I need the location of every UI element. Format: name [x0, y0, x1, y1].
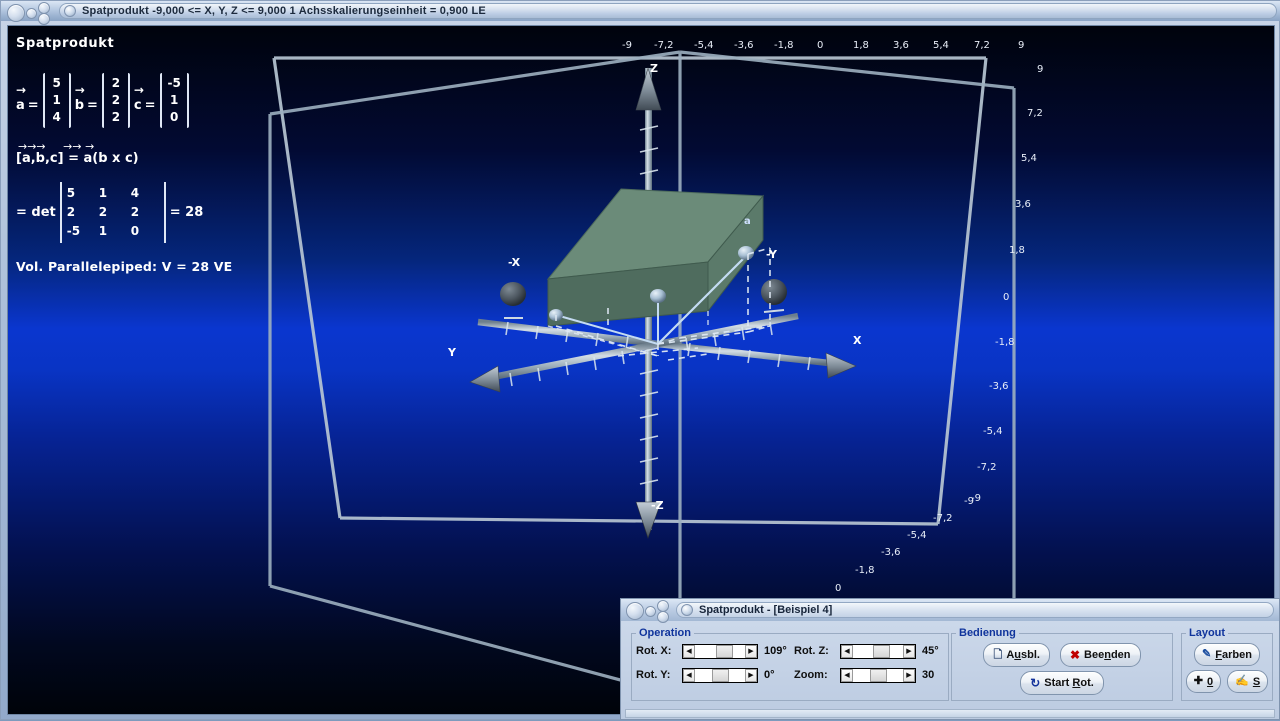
- rot-x-left-arrow-icon[interactable]: ◀: [683, 644, 695, 658]
- rot-z-scrollbar[interactable]: ◀ ▶: [840, 643, 916, 659]
- application-window: Spatprodukt -9,000 <= X, Y, Z <= 9,000 1…: [0, 0, 1280, 720]
- rot-y-thumb[interactable]: [712, 668, 729, 682]
- rot-z-thumb[interactable]: [873, 644, 890, 658]
- slider-row-rot-x: Rot. X: ◀ ▶ 109°: [632, 639, 790, 663]
- rot-y-right-arrow-icon[interactable]: ▶: [745, 668, 757, 682]
- farben-label-post: arben: [1221, 648, 1252, 661]
- dialog-menu-orb[interactable]: [626, 602, 644, 620]
- operation-legend: Operation: [639, 627, 691, 639]
- zoom-thumb[interactable]: [869, 668, 887, 682]
- start-rot-button[interactable]: ↻ Start Rot.: [1020, 671, 1104, 695]
- dialog-app-icon: [681, 604, 693, 616]
- s-button[interactable]: ✍ S: [1227, 670, 1269, 693]
- beenden-button[interactable]: ✖ Beenden: [1059, 643, 1141, 667]
- rot-z-label: Rot. Z:: [794, 645, 829, 657]
- ausbl-button[interactable]: 🗋 Ausbl.: [983, 643, 1050, 667]
- layout-group: Layout ✎ Farben ✚ 0 ✍ S: [1181, 627, 1273, 701]
- farben-button[interactable]: ✎ Farben: [1194, 643, 1260, 666]
- rot-x-scrollbar[interactable]: ◀ ▶: [682, 643, 758, 659]
- start-rot-label-pre: Start: [1044, 677, 1073, 689]
- paint-icon: ✎: [1202, 648, 1212, 660]
- rotate-icon: ↻: [1030, 676, 1041, 690]
- crosshair-icon: ✚: [1193, 675, 1204, 687]
- main-title-caption: Spatprodukt -9,000 <= X, Y, Z <= 9,000 1…: [59, 3, 1277, 19]
- farben-label-mnemonic: F: [1215, 648, 1222, 661]
- rot-y-label: Rot. Y:: [636, 669, 671, 681]
- operation-group: Operation Rot. X: ◀ ▶ 109° Rot. Y: ◀ ▶ 0…: [631, 627, 949, 701]
- beenden-label-pre: Bee: [1084, 649, 1105, 661]
- s-label: S: [1252, 675, 1261, 688]
- zoom-value: 30: [922, 669, 935, 681]
- ausbl-label-post: sbl.: [1021, 649, 1040, 661]
- bedienung-button-row-1: 🗋 Ausbl. ✖ Beenden: [952, 643, 1172, 667]
- slider-row-rot-z: Rot. Z: ◀ ▶ 45°: [790, 639, 948, 663]
- brush-icon: ✍: [1235, 675, 1249, 687]
- bedienung-legend: Bedienung: [959, 627, 1016, 639]
- rot-x-track[interactable]: [695, 644, 745, 658]
- window-close-orb[interactable]: [38, 13, 50, 25]
- rot-x-right-arrow-icon[interactable]: ▶: [745, 644, 757, 658]
- rot-y-left-arrow-icon[interactable]: ◀: [683, 668, 695, 682]
- beenden-label-post: den: [1110, 649, 1131, 661]
- dialog-window-controls[interactable]: [624, 600, 676, 623]
- dialog-titlebar[interactable]: Spatprodukt - [Beispiel 4]: [621, 599, 1279, 623]
- dialog-statusbar: [625, 709, 1275, 718]
- dialog-body: Operation Rot. X: ◀ ▶ 109° Rot. Y: ◀ ▶ 0…: [621, 621, 1279, 721]
- rot-x-value: 109°: [764, 645, 787, 657]
- zoom-track[interactable]: [853, 668, 903, 682]
- slider-row-rot-y: Rot. Y: ◀ ▶ 0°: [632, 663, 790, 687]
- rot-z-track[interactable]: [853, 644, 903, 658]
- window-minimize-orb[interactable]: [26, 8, 37, 19]
- zoom-right-arrow-icon[interactable]: ▶: [903, 668, 915, 682]
- layout-button-row-2: ✚ 0 ✍ S: [1182, 670, 1272, 693]
- rot-y-scrollbar[interactable]: ◀ ▶: [682, 667, 758, 683]
- zoom-label: Zoom:: [794, 669, 828, 681]
- bedienung-button-row-2: ↻ Start Rot.: [952, 671, 1172, 695]
- zoom-scrollbar[interactable]: ◀ ▶: [840, 667, 916, 683]
- layout-legend: Layout: [1189, 627, 1226, 639]
- dialog-title-caption: Spatprodukt - [Beispiel 4]: [676, 602, 1274, 618]
- main-window-title: Spatprodukt -9,000 <= X, Y, Z <= 9,000 1…: [82, 5, 486, 17]
- main-titlebar: Spatprodukt -9,000 <= X, Y, Z <= 9,000 1…: [1, 1, 1280, 25]
- slider-row-zoom: Zoom: ◀ ▶ 30: [790, 663, 948, 687]
- close-x-icon: ✖: [1069, 648, 1081, 662]
- zoom-left-arrow-icon[interactable]: ◀: [841, 668, 853, 682]
- dialog-minimize-orb[interactable]: [645, 606, 656, 617]
- rot-z-value: 45°: [922, 645, 939, 657]
- rot-x-label: Rot. X:: [636, 645, 672, 657]
- rot-z-left-arrow-icon[interactable]: ◀: [841, 644, 853, 658]
- bedienung-group: Bedienung 🗋 Ausbl. ✖ Beenden ↻ Start Rot…: [951, 627, 1173, 701]
- window-controls[interactable]: [5, 2, 59, 25]
- rot-y-track[interactable]: [695, 668, 745, 682]
- rot-x-thumb[interactable]: [716, 644, 733, 658]
- document-icon: 🗋: [993, 648, 1003, 661]
- ausbl-label-mnemonic: u: [1014, 649, 1022, 661]
- dialog-title-text: Spatprodukt - [Beispiel 4]: [699, 604, 833, 616]
- layout-button-row-1: ✎ Farben: [1182, 643, 1272, 666]
- beenden-label-mnemonic: n: [1104, 649, 1111, 661]
- start-rot-label-post: ot.: [1080, 677, 1094, 689]
- origin-button[interactable]: ✚ 0: [1185, 670, 1222, 693]
- rot-z-right-arrow-icon[interactable]: ▶: [903, 644, 915, 658]
- control-dialog[interactable]: Spatprodukt - [Beispiel 4] Operation Rot…: [620, 598, 1280, 720]
- app-icon: [64, 5, 76, 17]
- window-menu-orb[interactable]: [7, 4, 25, 22]
- rot-y-value: 0°: [764, 669, 775, 681]
- origin-label: 0: [1207, 675, 1214, 688]
